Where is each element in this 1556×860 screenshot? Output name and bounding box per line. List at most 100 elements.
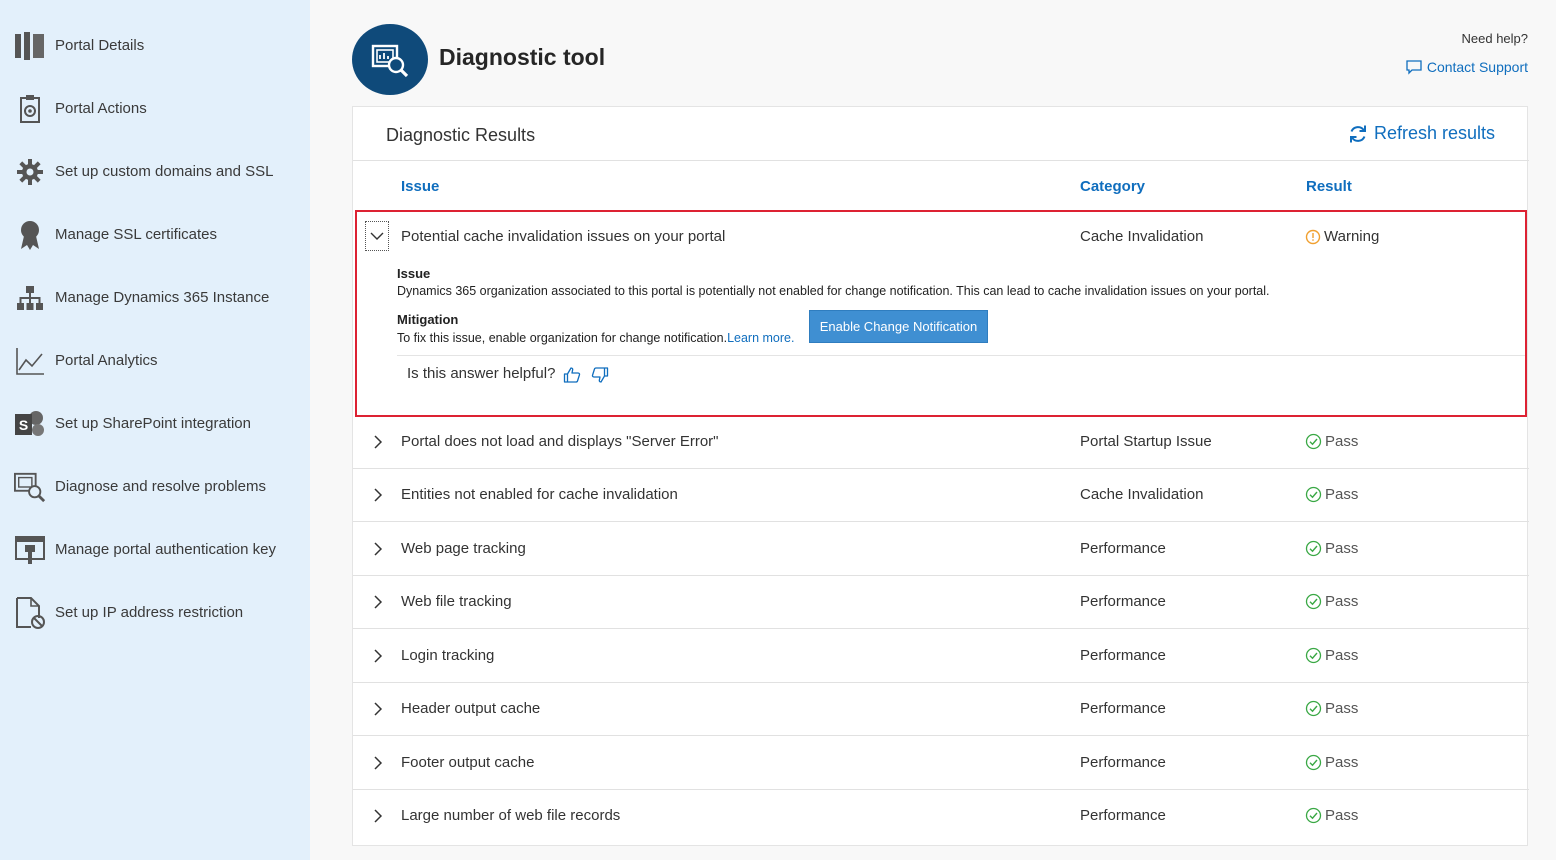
row-result-label: Pass: [1325, 593, 1359, 610]
sidebar-item-auth-key[interactable]: Manage portal authentication key: [0, 518, 310, 581]
gear-icon: [14, 156, 46, 188]
table-row[interactable]: Portal does not load and displays "Serve…: [353, 416, 1529, 469]
row-category: Performance: [1080, 540, 1166, 557]
pass-check-icon: [1305, 807, 1322, 824]
row-issue: Login tracking: [401, 647, 495, 664]
row-result-label: Pass: [1325, 700, 1359, 717]
collapse-button[interactable]: [365, 221, 389, 251]
diagnose-icon: [14, 471, 46, 503]
refresh-results-button[interactable]: Refresh results: [1348, 123, 1495, 144]
svg-text:S: S: [19, 417, 28, 433]
sidebar-item-portal-details[interactable]: Portal Details: [0, 14, 310, 77]
learn-more-link[interactable]: Learn more.: [727, 331, 794, 345]
diagnostic-results-card: Diagnostic Results Refresh results Issue…: [352, 106, 1529, 846]
sharepoint-icon: S: [14, 408, 46, 440]
chevron-down-icon: [370, 232, 384, 240]
chevron-right-icon: [374, 756, 383, 770]
table-row[interactable]: Footer output cache Performance Pass: [353, 737, 1529, 790]
row-category: Performance: [1080, 593, 1166, 610]
sidebar-item-ssl-certificates[interactable]: Manage SSL certificates: [0, 203, 310, 266]
row-issue: Web file tracking: [401, 593, 512, 610]
diagnose-icon: [371, 44, 409, 77]
sidebar-item-label: Portal Details: [55, 37, 145, 54]
mitigation-text: To fix this issue, enable organization f…: [397, 331, 728, 345]
sidebar-item-custom-domains[interactable]: Set up custom domains and SSL: [0, 140, 310, 203]
table-row[interactable]: Web file tracking Performance Pass: [353, 576, 1529, 629]
sidebar-item-diagnose[interactable]: Diagnose and resolve problems: [0, 455, 310, 518]
results-title: Diagnostic Results: [386, 125, 536, 145]
pass-check-icon: [1305, 486, 1322, 503]
column-header-category[interactable]: Category: [1080, 178, 1145, 195]
sidebar-item-label: Manage portal authentication key: [55, 541, 276, 558]
chat-icon: [1406, 59, 1422, 75]
column-header-result[interactable]: Result: [1306, 178, 1352, 195]
portal-details-icon: [14, 30, 46, 62]
issue-description: Dynamics 365 organization associated to …: [397, 284, 1270, 298]
divider: [353, 160, 1529, 161]
table-row[interactable]: Login tracking Performance Pass: [353, 630, 1529, 683]
row-result: Pass: [1305, 700, 1358, 717]
expanded-issue-row: Potential cache invalidation issues on y…: [355, 210, 1527, 417]
enable-change-notification-button[interactable]: Enable Change Notification: [809, 310, 988, 343]
row-issue: Footer output cache: [401, 754, 535, 771]
row-result-label: Pass: [1325, 807, 1359, 824]
need-help-text: Need help?: [1461, 31, 1529, 46]
row-result: Pass: [1305, 433, 1358, 450]
row-result-label: Pass: [1325, 754, 1359, 771]
certificate-icon: [14, 219, 46, 251]
table-row[interactable]: Header output cache Performance Pass: [353, 683, 1529, 736]
auth-key-icon: [14, 534, 46, 566]
pass-check-icon: [1305, 754, 1322, 771]
row-result-label: Pass: [1325, 540, 1359, 557]
chevron-right-icon: [374, 702, 383, 716]
row-issue: Header output cache: [401, 700, 541, 717]
thumbs-down-icon[interactable]: [591, 366, 609, 384]
issue-heading: Issue: [397, 266, 431, 281]
row-result: Pass: [1305, 807, 1358, 824]
row-result-label: Pass: [1325, 486, 1359, 503]
warning-icon: [1305, 229, 1321, 244]
line-chart-icon: [14, 345, 46, 377]
pass-check-icon: [1305, 647, 1322, 664]
sidebar-item-dynamics-instance[interactable]: Manage Dynamics 365 Instance: [0, 266, 310, 329]
table-row[interactable]: Entities not enabled for cache invalidat…: [353, 469, 1529, 522]
row-issue: Entities not enabled for cache invalidat…: [401, 486, 678, 503]
sidebar-item-label: Set up IP address restriction: [55, 604, 244, 621]
row-result: Pass: [1305, 540, 1358, 557]
table-row[interactable]: Large number of web file records Perform…: [353, 790, 1529, 843]
row-category: Performance: [1080, 700, 1166, 717]
sidebar-item-portal-actions[interactable]: Portal Actions: [0, 77, 310, 140]
hierarchy-icon: [14, 282, 46, 314]
column-header-issue[interactable]: Issue: [401, 178, 439, 195]
chevron-right-icon: [374, 488, 383, 502]
page-title: Diagnostic tool: [439, 44, 606, 70]
sidebar-item-label: Set up SharePoint integration: [55, 415, 251, 432]
chevron-right-icon: [374, 542, 383, 556]
chevron-right-icon: [374, 435, 383, 449]
row-category: Cache Invalidation: [1080, 486, 1204, 503]
mitigation-description: To fix this issue, enable organization f…: [397, 331, 794, 345]
result-label: Warning: [1324, 228, 1380, 245]
contact-support-link[interactable]: Contact Support: [1406, 59, 1528, 75]
mitigation-heading: Mitigation: [397, 312, 459, 327]
sidebar: Portal Details Portal Actions Set up cus…: [0, 0, 310, 860]
sidebar-item-label: Set up custom domains and SSL: [55, 163, 274, 180]
row-issue: Portal does not load and displays "Serve…: [401, 433, 719, 450]
helpful-prompt: Is this answer helpful?: [407, 365, 556, 382]
pass-check-icon: [1305, 433, 1322, 450]
chevron-right-icon: [374, 595, 383, 609]
row-result: Pass: [1305, 647, 1358, 664]
chevron-right-icon: [374, 649, 383, 663]
row-category: Performance: [1080, 754, 1166, 771]
sidebar-item-label: Manage Dynamics 365 Instance: [55, 289, 270, 306]
ip-restriction-icon: [14, 596, 46, 629]
thumbs-up-icon[interactable]: [563, 366, 581, 384]
result-status: Warning: [1305, 228, 1379, 245]
sidebar-item-portal-analytics[interactable]: Portal Analytics: [0, 329, 310, 392]
sidebar-item-sharepoint[interactable]: S Set up SharePoint integration: [0, 392, 310, 455]
table-row[interactable]: Web page tracking Performance Pass: [353, 523, 1529, 576]
row-issue: Large number of web file records: [401, 807, 621, 824]
row-result: Pass: [1305, 486, 1358, 503]
sidebar-item-ip-restriction[interactable]: Set up IP address restriction: [0, 581, 310, 644]
row-category: Portal Startup Issue: [1080, 433, 1212, 450]
